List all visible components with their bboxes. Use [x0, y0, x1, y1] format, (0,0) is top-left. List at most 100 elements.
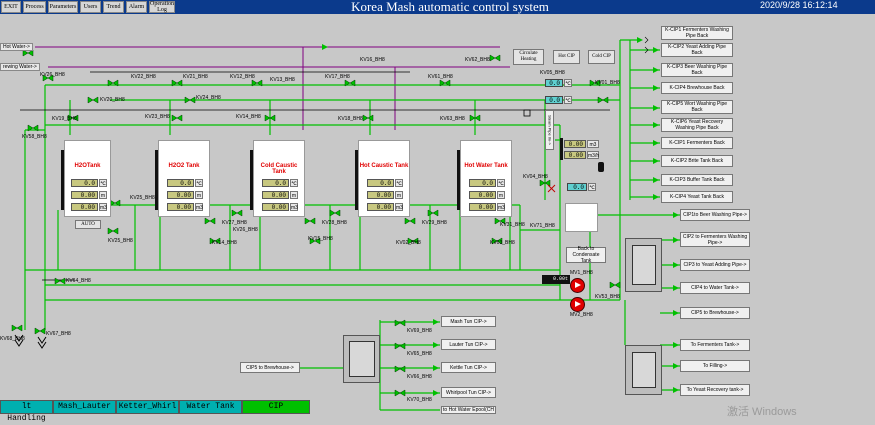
tank-level-unit: m [195, 191, 203, 199]
valve-label: KV14_BH8 [212, 240, 237, 246]
manifold-valve-block [349, 341, 375, 377]
flow-meter-indicator [560, 138, 563, 160]
cip-supply-item: CIP5 to Brewhouse-> [680, 307, 750, 319]
readout-1-unit: ℃ [564, 79, 572, 87]
tank-level-unit: m [395, 191, 403, 199]
tab-kettle-whirl[interactable]: Ketter_Whirl [116, 400, 179, 414]
valve-label: KV21_BH8 [183, 74, 208, 80]
cip-return-item: K-CIP6 Yeast Recovery Washing Pipe Back [661, 118, 733, 132]
brewhouse-target: to Hot Water Epool(CH [441, 406, 496, 414]
brewhouse-target: Kettle Tun CIP-> [441, 362, 496, 373]
valve-label: KV71_BH8 [530, 223, 555, 229]
pump-mv1[interactable] [570, 278, 585, 293]
return-manifold [625, 238, 662, 292]
tank-volume: 0.00 [262, 203, 289, 211]
valve-label: KV16_BH8 [360, 57, 385, 63]
flow-readout-2-unit: m3/h [587, 151, 600, 159]
readout-2-unit: ℃ [564, 96, 572, 104]
cip5-brewhouse-source: CIP5 to Brewhouse-> [240, 362, 300, 373]
cold-cip-button[interactable]: Cold CIP [588, 50, 615, 64]
manifold-valve-block [632, 352, 656, 388]
pump-mv2[interactable] [570, 297, 585, 312]
cip-heat-exchanger [565, 203, 598, 232]
level-gauge [457, 150, 460, 210]
cip-supply-item: CIP1to Beer Washing Pipe-> [680, 209, 750, 221]
readout-2: 0.0 [545, 96, 563, 104]
valve-label: KV14_BH8 [236, 114, 261, 120]
brewhouse-manifold [343, 335, 380, 383]
valve-label: KV25_BH8 [130, 195, 155, 201]
cip-return-item: K-CIP1 Fermenters Back [661, 137, 733, 149]
flow-meter-value: 0.00 [552, 276, 565, 282]
tank-level: 0.00 [167, 191, 194, 199]
readout-1: 0.0 [545, 79, 563, 87]
tab-water-tank[interactable]: Water Tank [179, 400, 242, 414]
valve-label: KV68_BH8 [0, 336, 25, 342]
valve-label: KV58_BH8 [22, 134, 47, 140]
cip-supply-item: To Filling-> [680, 360, 750, 372]
cip-return-item: K-CIP5 Wort Washing Pipe Back [661, 100, 733, 114]
out-manifold [625, 345, 662, 395]
valve-label: KV62_BH8 [465, 57, 490, 63]
windows-activation-watermark: 激活 Windows [727, 406, 797, 418]
tank-volume: 0.00 [367, 203, 394, 211]
valve-label: KV28_BH8 [322, 220, 347, 226]
tank-temp: 0.0 [367, 179, 394, 187]
piping-diagram [11, 36, 680, 411]
valve-label: KV29_BH8 [422, 220, 447, 226]
valve-label: KV02_BH8 [396, 240, 421, 246]
valve-label: KV65_BH8 [407, 351, 432, 357]
hot-water-input: Hot Water-> [0, 43, 33, 51]
tank-temp: 0.0 [262, 179, 289, 187]
pump-label: MV2_BH8 [570, 312, 593, 318]
level-gauge [155, 150, 158, 210]
flow-readout-1-unit: m3 [587, 140, 599, 148]
pump-label: MV1_BH8 [570, 270, 593, 276]
tank-temp: 0.0 [167, 179, 194, 187]
circulate-heating-button[interactable]: Circulate Heating [513, 49, 544, 65]
tank-name: Hot Caustic Tank [359, 163, 409, 169]
valve-label: KV26_BH8 [233, 227, 258, 233]
valve-label: KV25_BH8 [108, 238, 133, 244]
level-gauge [355, 150, 358, 210]
cip-return-item: K-CIP1 Fermenters Washing Pipe Back [661, 26, 733, 40]
tank-temp-unit: ℃ [290, 179, 298, 187]
tank-name: Hot Water Tank [464, 163, 508, 169]
valve-label: KV70_BH8 [407, 397, 432, 403]
tab-malt-handling[interactable]: lt Handling [0, 400, 53, 423]
valve-label: KV15_BH8 [308, 236, 333, 242]
valve-label: KV05_BH8 [540, 70, 565, 76]
tab-mash-lauter[interactable]: Mash_Lauter [53, 400, 116, 414]
tank-temp-unit: ℃ [395, 179, 403, 187]
valve-label: KV19_BH8 [52, 116, 77, 122]
tank-volume: 0.00 [167, 203, 194, 211]
tank-level: 0.00 [367, 191, 394, 199]
tank-level-unit: m [497, 191, 505, 199]
valve-label: KV66_BH8 [407, 374, 432, 380]
tank-temp-unit: ℃ [497, 179, 505, 187]
tank-volume-unit: m3 [290, 203, 298, 211]
tank-level-unit: m [290, 191, 298, 199]
tank-name: Cold Caustic Tank [260, 163, 298, 175]
valve-label: KV26_BH8 [40, 72, 65, 78]
manifold-valve-block [632, 245, 656, 285]
tank-volume-unit: m3 [195, 203, 203, 211]
flow-readout-1: 0.00 [564, 140, 586, 148]
tank-volume-unit: m3 [395, 203, 403, 211]
valve-label: KV17_BH8 [325, 74, 350, 80]
tank-level: 0.00 [71, 191, 98, 199]
tank-name: H2O2 Tank [168, 163, 200, 169]
auto-button[interactable]: AUTO [75, 220, 101, 229]
brewhouse-target: Mash Tun CIP-> [441, 316, 496, 327]
hot-cip-button[interactable]: Hot CIP [553, 50, 580, 64]
cip-supply-item: CIP3 to Yeast Adding Pipe-> [680, 259, 750, 271]
tab-cip[interactable]: CIP [242, 400, 310, 414]
valve-label: KV67_BH8 [46, 331, 71, 337]
valve-label: KV03_BH8 [490, 240, 515, 246]
brewhouse-target: Whirlpool Tun CIP-> [441, 387, 496, 398]
tank-cold-caustic: Cold Caustic Tank 0.0 ℃ 0.00 m 0.00 m3 [253, 140, 305, 217]
cip-supply-item: To Yeast Recovery tank-> [680, 384, 750, 396]
tank-volume: 0.00 [71, 203, 98, 211]
valve-label: KV24_BH8 [196, 95, 221, 101]
valve-label: KV04_BH8 [523, 174, 548, 180]
